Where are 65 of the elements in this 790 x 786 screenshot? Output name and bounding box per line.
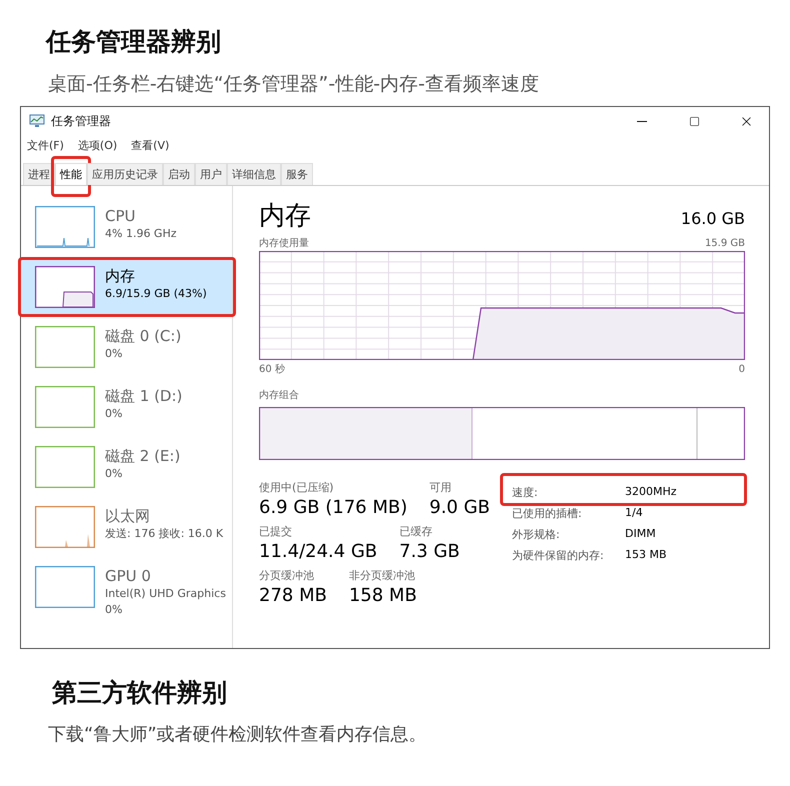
- stat-label: 分页缓冲池: [259, 568, 315, 584]
- minimize-icon: [637, 120, 647, 122]
- stat-value: 278 MB: [259, 584, 327, 608]
- tab[interactable]: 服务: [281, 163, 313, 185]
- sidebar-item[interactable]: 磁盘 1 (D:) 0%: [21, 380, 232, 434]
- stat-value: 9.0 GB: [429, 496, 490, 520]
- stat-label: 已提交: [259, 524, 293, 540]
- item-name: 磁盘 2 (E:): [105, 446, 180, 466]
- stat-value: 7.3 GB: [399, 540, 460, 564]
- stat-label: 已缓存: [399, 524, 434, 540]
- menu-item[interactable]: 文件(F): [27, 138, 64, 154]
- detail-label: 为硬件保留的内存:: [512, 548, 605, 563]
- item-detail: 0%: [105, 346, 124, 362]
- section-heading: 任务管理器辨别: [46, 26, 222, 58]
- tab[interactable]: 用户: [195, 163, 227, 185]
- tab[interactable]: 性能: [55, 163, 87, 185]
- maximize-icon: [688, 116, 700, 126]
- item-name: 以太网: [105, 506, 151, 526]
- chart-max: 15.9 GB: [704, 237, 745, 251]
- item-detail: 6.9/15.9 GB (43%): [105, 286, 207, 302]
- tab[interactable]: 进程: [23, 163, 55, 185]
- item-name: GPU 0: [105, 566, 152, 586]
- item-name: 内存: [105, 266, 136, 286]
- sidebar-item[interactable]: 以太网 发送: 176 接收: 16.0 K: [21, 500, 232, 554]
- detail-value: DIMM: [625, 527, 657, 542]
- time-axis-start: 60 秒: [259, 363, 285, 377]
- instruction-text: 桌面-任务栏-右键选“任务管理器”-性能-内存-查看频率速度: [48, 72, 540, 97]
- detail-value: 153 MB: [625, 548, 668, 563]
- item-detail: 发送: 176 接收: 16.0 K: [105, 526, 224, 542]
- sidebar-item[interactable]: 内存 6.9/15.9 GB (43%): [21, 260, 232, 314]
- detail-value: 1/4: [625, 506, 644, 521]
- sidebar-item[interactable]: 磁盘 2 (E:) 0%: [21, 440, 232, 494]
- menu-item[interactable]: 查看(V): [131, 138, 170, 154]
- item-detail: Intel(R) UHD Graphics: [105, 586, 226, 602]
- detail-label: 已使用的插槽:: [512, 506, 583, 521]
- detail-value: 3200MHz: [625, 485, 677, 500]
- item-name: CPU: [105, 206, 136, 226]
- app-icon: [29, 114, 45, 128]
- detail-label: 速度:: [512, 485, 539, 500]
- panel-title: 内存: [259, 200, 311, 233]
- item-detail: 0%: [105, 466, 124, 482]
- detail-label: 外形规格:: [512, 527, 561, 542]
- item-name: 磁盘 1 (D:): [105, 386, 182, 406]
- chart-label: 内存使用量: [259, 237, 309, 251]
- stat-value: 158 MB: [348, 584, 417, 608]
- section-heading: 第三方软件辨别: [52, 677, 228, 709]
- stat-label: 使用中(已压缩): [259, 480, 335, 496]
- stat-label: 可用: [429, 480, 452, 496]
- menu-item[interactable]: 选项(O): [78, 138, 118, 154]
- stat-value: 6.9 GB (176 MB): [259, 496, 408, 520]
- tab[interactable]: 详细信息: [227, 163, 281, 185]
- instruction-text: 下载“鲁大师”或者硬件检测软件查看内存信息。: [48, 723, 428, 747]
- composition-label: 内存组合: [259, 389, 300, 403]
- stat-label: 非分页缓冲池: [348, 568, 416, 584]
- item-name: 磁盘 0 (C:): [105, 326, 182, 346]
- stat-value: 11.4/24.4 GB: [259, 540, 378, 564]
- tab[interactable]: 应用历史记录: [87, 163, 163, 185]
- window-title: 任务管理器: [51, 112, 112, 130]
- sidebar-item[interactable]: CPU 4% 1.96 GHz: [21, 200, 232, 254]
- item-detail: 4% 1.96 GHz: [105, 226, 177, 242]
- total-memory: 16.0 GB: [680, 209, 745, 228]
- item-detail: 0%: [105, 406, 124, 422]
- time-axis-end: 0: [738, 363, 745, 377]
- sidebar-item[interactable]: 磁盘 0 (C:) 0%: [21, 320, 232, 374]
- tab[interactable]: 启动: [163, 163, 195, 185]
